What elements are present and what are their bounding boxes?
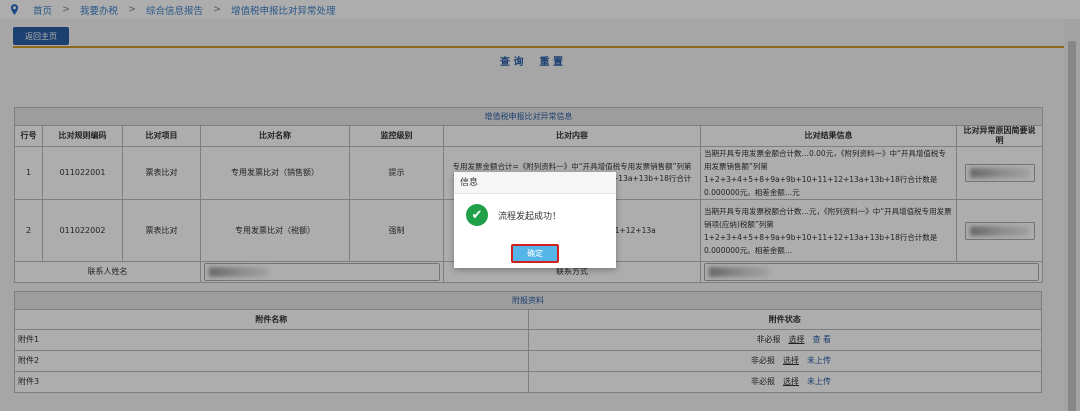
info-dialog: 信息 ✔ 流程发起成功！ 确定 [454,172,616,268]
confirm-button[interactable]: 确定 [511,244,559,263]
success-check-icon: ✔ [466,204,488,226]
dialog-title: 信息 [454,172,616,194]
dialog-message: 流程发起成功！ [498,211,562,222]
